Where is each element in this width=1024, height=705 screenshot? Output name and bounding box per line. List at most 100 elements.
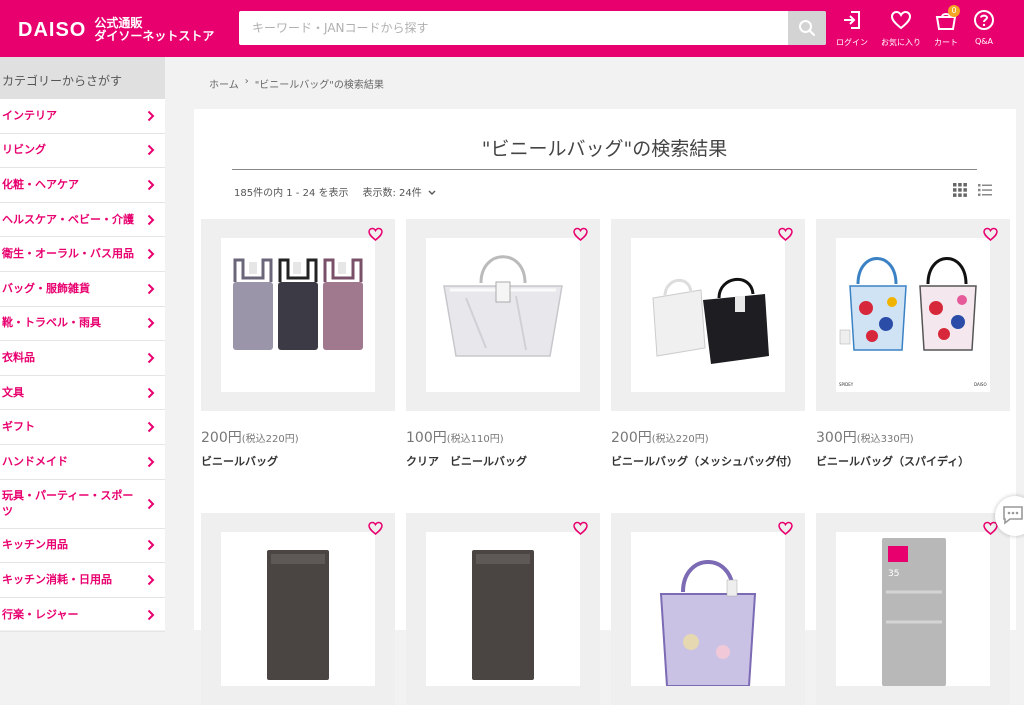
breadcrumb-current: "ビニールバッグ"の検索結果 <box>254 80 384 91</box>
favorite-heart-icon[interactable] <box>368 227 383 241</box>
product-price: 100円(税込110円) <box>406 430 504 446</box>
chevron-right-icon <box>147 609 155 620</box>
product-price: 300円(税込330円) <box>816 430 914 446</box>
sidebar-heading: カテゴリーからさがす <box>0 57 165 99</box>
chevron-right-icon <box>147 421 155 433</box>
sidebar-category-label: キッチン用品 <box>2 538 68 552</box>
sidebar-category-label: 行楽・レジャー <box>2 607 79 621</box>
sidebar-category-item[interactable]: インテリア <box>0 99 165 134</box>
chevron-right-icon <box>147 387 155 398</box>
sidebar-category-label: 衛生・オーラル・バス用品 <box>2 247 134 261</box>
sidebar-category-item[interactable]: 玩具・パーティー・スポーツ <box>0 480 165 529</box>
sidebar-category-item[interactable]: 行楽・レジャー <box>0 598 165 633</box>
favorite-heart-icon[interactable] <box>778 227 793 241</box>
question-icon <box>974 10 994 30</box>
sidebar-category-item[interactable]: 衣料品 <box>0 341 165 376</box>
qa-button[interactable]: Q&A <box>961 9 1007 46</box>
page-title: "ビニールバッグ"の検索結果 <box>232 134 977 170</box>
sidebar-category-item[interactable]: 化粧・ヘアケア <box>0 168 165 203</box>
site-header: DAISO 公式通販 ダイソーネットストア ログイン お気に入り <box>0 0 1024 57</box>
product-card[interactable] <box>611 513 805 705</box>
product-image: SPIDEY DAISO <box>836 238 990 392</box>
sidebar-category-label: ヘルスケア・ベビー・介護 <box>2 212 134 226</box>
product-name[interactable]: ビニールバッグ <box>201 453 395 471</box>
product-name[interactable]: ビニールバッグ（メッシュバッグ付） <box>611 453 805 471</box>
search-box <box>239 11 826 45</box>
sidebar-category-label: インテリア <box>2 108 57 122</box>
grid-view-icon[interactable] <box>953 183 967 197</box>
search-button[interactable] <box>788 11 826 45</box>
sidebar-category-item[interactable]: 靴・トラベル・雨具 <box>0 307 165 342</box>
breadcrumb: ホーム › "ビニールバッグ"の検索結果 <box>209 76 384 91</box>
chevron-right-icon <box>147 574 155 586</box>
sidebar-category-label: バッグ・服飾雑貨 <box>2 281 90 295</box>
site-logo[interactable]: DAISO 公式通販 ダイソーネットストア <box>18 17 214 43</box>
product-name[interactable]: クリア ビニールバッグ <box>406 453 600 471</box>
chevron-right-icon <box>147 498 155 509</box>
sidebar-category-label: 衣料品 <box>2 350 35 364</box>
chevron-right-icon <box>147 283 155 294</box>
favorite-heart-icon[interactable] <box>573 521 588 535</box>
product-card[interactable] <box>201 513 395 705</box>
product-image <box>221 532 375 686</box>
sidebar-category-item[interactable]: リビング <box>0 134 165 169</box>
breadcrumb-home[interactable]: ホーム <box>209 76 239 91</box>
sidebar-category-label: キッチン消耗・日用品 <box>2 572 112 586</box>
product-image-caption-left: SPIDEY <box>839 382 854 387</box>
product-image <box>426 532 580 686</box>
product-image <box>426 238 580 392</box>
heart-icon <box>890 10 912 30</box>
login-label: ログイン <box>836 38 868 47</box>
chevron-right-icon <box>147 179 155 191</box>
breadcrumb-separator: › <box>244 76 249 87</box>
chevron-right-icon <box>147 540 155 551</box>
sidebar-category-label: 靴・トラベル・雨具 <box>2 316 101 330</box>
category-list: インテリアリビング化粧・ヘアケアヘルスケア・ベビー・介護 衛生・オーラル・バス用品… <box>0 99 165 633</box>
favorite-heart-icon[interactable] <box>573 227 588 241</box>
product-image: 35 <box>836 532 990 686</box>
product-name[interactable]: ビニールバッグ（スパイディ） <box>816 453 1010 471</box>
product-image <box>631 238 785 392</box>
product-card[interactable]: SPIDEY DAISO 300円(税込330円) ビニールバッグ（スパイディ） <box>816 219 1010 471</box>
sidebar-category-item[interactable]: ギフト <box>0 410 165 445</box>
product-image <box>631 532 785 686</box>
sidebar-category-item[interactable]: キッチン消耗・日用品 <box>0 563 165 598</box>
sidebar-category-item[interactable]: キッチン用品 <box>0 529 165 564</box>
chevron-right-icon <box>147 318 155 329</box>
qa-label: Q&A <box>974 37 993 46</box>
sidebar-category-item[interactable]: 文具 <box>0 376 165 411</box>
favorite-heart-icon[interactable] <box>368 521 383 535</box>
sidebar-category-item[interactable]: バッグ・服飾雑貨 <box>0 272 165 307</box>
chevron-right-icon <box>147 248 155 260</box>
product-price: 200円(税込220円) <box>611 430 709 446</box>
product-price: 200円(税込220円) <box>201 430 299 446</box>
product-card[interactable]: 100円(税込110円) クリア ビニールバッグ <box>406 219 600 471</box>
login-button[interactable]: ログイン <box>829 9 875 48</box>
product-image <box>221 238 375 392</box>
product-card[interactable]: 200円(税込220円) ビニールバッグ <box>201 219 395 471</box>
chevron-right-icon <box>147 145 155 156</box>
product-card[interactable]: 35 <box>816 513 1010 705</box>
result-count: 185件の内 1 - 24 を表示 <box>234 188 349 199</box>
chevron-right-icon <box>147 456 155 467</box>
product-image-label: 35 <box>888 569 899 579</box>
favorites-button[interactable]: お気に入り <box>878 9 924 48</box>
sidebar-category-label: 文具 <box>2 385 24 399</box>
sidebar-category-item[interactable]: ハンドメイド <box>0 445 165 480</box>
product-card[interactable] <box>406 513 600 705</box>
search-input[interactable] <box>239 11 787 45</box>
sidebar-category-item[interactable]: ヘルスケア・ベビー・介護 <box>0 203 165 238</box>
sidebar-category-item[interactable]: 衛生・オーラル・バス用品 <box>0 237 165 272</box>
logo-tagline-2: ダイソーネットストア <box>94 29 215 43</box>
chevron-down-icon <box>428 190 436 195</box>
favorite-heart-icon[interactable] <box>778 521 793 535</box>
chevron-right-icon <box>147 110 155 122</box>
favorite-heart-icon[interactable] <box>983 227 998 241</box>
product-card[interactable]: 200円(税込220円) ビニールバッグ（メッシュバッグ付） <box>611 219 805 471</box>
login-icon <box>844 11 860 29</box>
list-view-icon[interactable] <box>978 183 992 197</box>
logo-wordmark: DAISO <box>18 18 87 41</box>
per-page-select[interactable]: 表示数: 24件 <box>363 184 436 199</box>
sidebar-category-label: ハンドメイド <box>2 454 68 468</box>
sidebar-category-label: リビング <box>2 143 46 157</box>
